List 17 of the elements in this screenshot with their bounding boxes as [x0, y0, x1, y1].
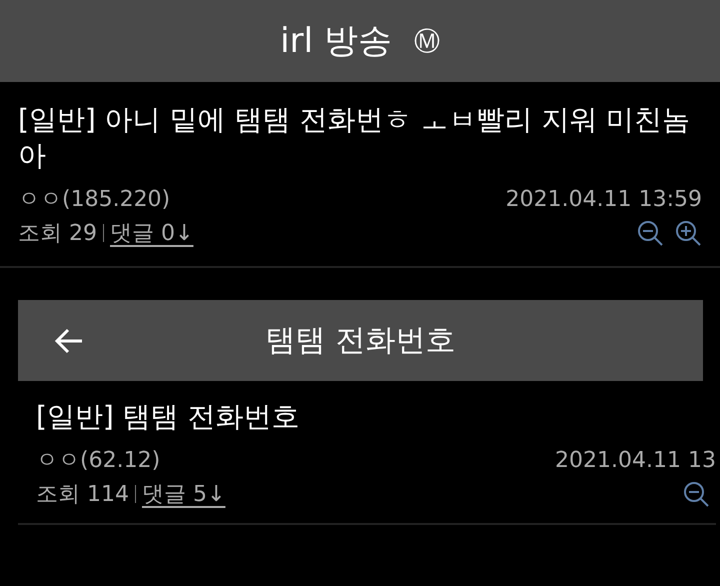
back-arrow-icon[interactable]	[54, 328, 84, 354]
author-name: ㅇㅇ(185.220)	[18, 186, 170, 214]
post-date: 2021.04.11 13	[555, 448, 716, 472]
view-count: 조회 114	[36, 481, 129, 509]
zoom-out-icon[interactable]	[682, 480, 710, 508]
comment-link[interactable]: 댓글 0↓	[110, 218, 194, 248]
board-title: irl 방송	[280, 20, 392, 63]
zoom-in-icon[interactable]	[674, 219, 702, 247]
author-name: ㅇㅇ(62.12)	[36, 447, 160, 475]
view-count: 조회 29	[18, 220, 97, 248]
post-title[interactable]: [일반] 아니 밑에 탬탬 전화번ㅎ ㅗㅂ빨리 지워 미친놈아	[18, 102, 702, 174]
comment-link[interactable]: 댓글 5↓	[142, 479, 226, 509]
post-title[interactable]: [일반] 탬탬 전화번호	[36, 399, 716, 435]
page-title: 탬탬 전화번호	[264, 322, 456, 360]
zoom-out-icon[interactable]	[636, 219, 664, 247]
title-mark: Ⓜ	[414, 26, 440, 58]
post-date: 2021.04.11 13:59	[506, 186, 702, 212]
